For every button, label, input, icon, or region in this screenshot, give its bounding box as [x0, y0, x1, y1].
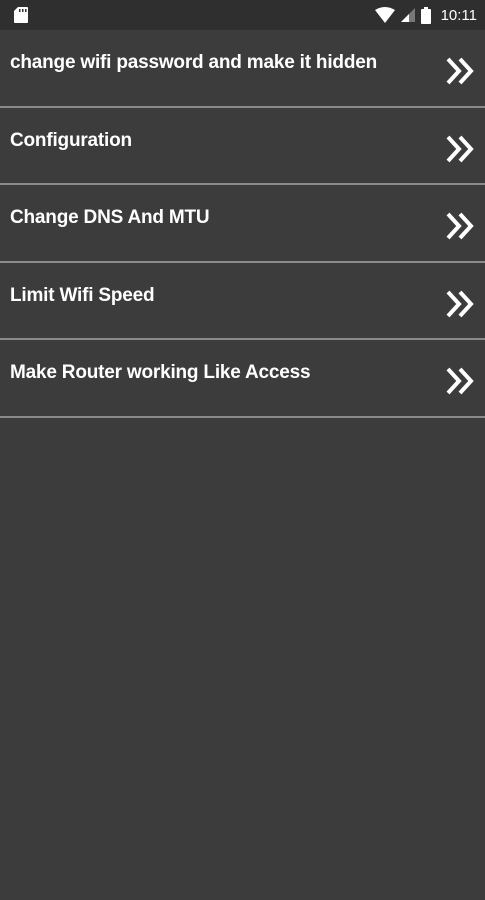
list-item-label: Limit Wifi Speed: [10, 284, 155, 306]
double-chevron-right-icon[interactable]: [445, 55, 477, 87]
list-item-label: Change DNS And MTU: [10, 207, 210, 228]
status-time: 10:11: [440, 6, 477, 24]
list-item-label: Configuration: [10, 129, 132, 151]
list-item-configuration[interactable]: Configuration: [0, 108, 485, 185]
list-item-label: change wifi password and make it hidden: [10, 52, 377, 73]
signal-icon: [400, 8, 415, 22]
list-item-limit-wifi-speed[interactable]: Limit Wifi Speed: [0, 263, 485, 340]
status-bar: 10:11: [0, 0, 485, 30]
double-chevron-right-icon[interactable]: [445, 365, 477, 397]
menu-list: change wifi password and make it hidden …: [0, 30, 485, 418]
double-chevron-right-icon[interactable]: [445, 133, 477, 165]
double-chevron-right-icon[interactable]: [445, 210, 477, 242]
double-chevron-right-icon[interactable]: [445, 288, 477, 320]
list-item-change-wifi-password[interactable]: change wifi password and make it hidden: [0, 30, 485, 108]
list-item-change-dns-mtu[interactable]: Change DNS And MTU: [0, 185, 485, 263]
battery-icon: [420, 6, 431, 24]
list-item-label: Make Router working Like Access: [10, 362, 311, 383]
wifi-icon: [374, 7, 395, 23]
sd-card-icon: [14, 7, 28, 23]
status-icons: 10:11: [374, 0, 477, 30]
list-item-router-access-mode[interactable]: Make Router working Like Access: [0, 340, 485, 418]
